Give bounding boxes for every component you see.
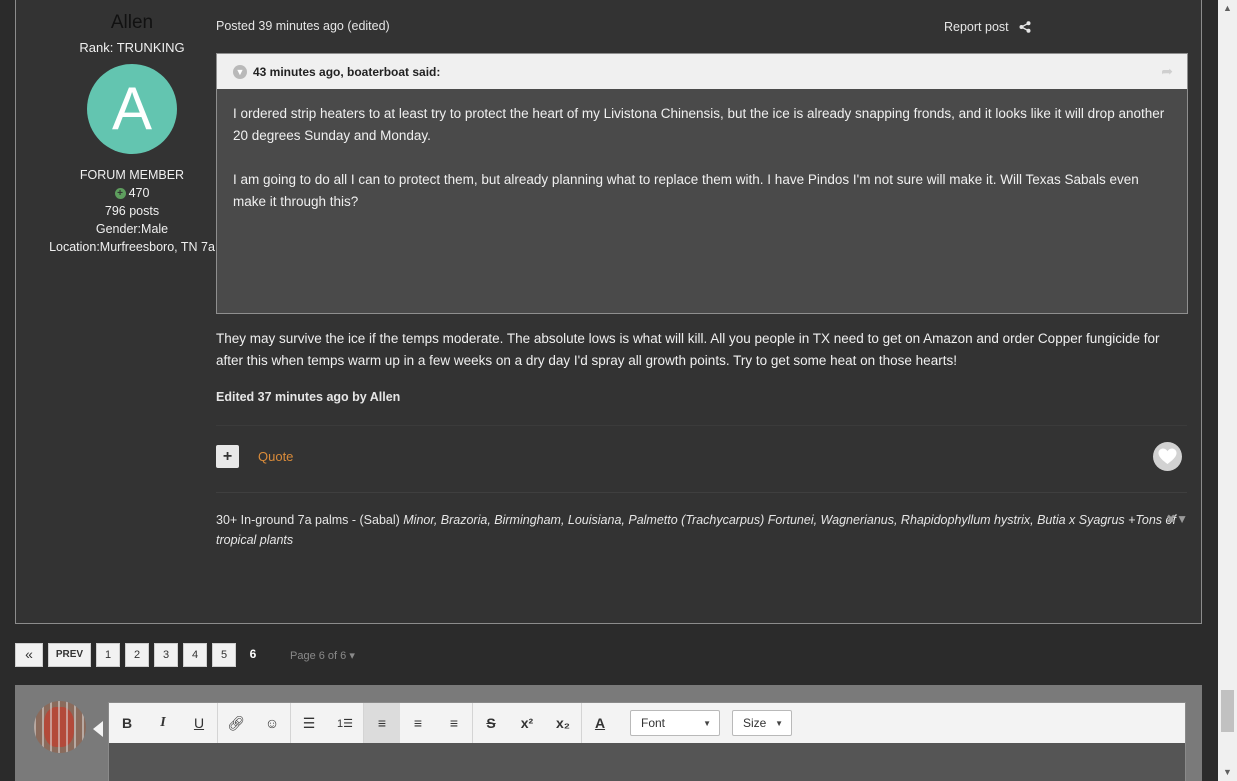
align-left-icon: ≡ <box>377 715 387 731</box>
page-count-label: Page 6 of 6 <box>290 649 347 662</box>
superscript-icon: x² <box>520 715 534 731</box>
bullet-list-button[interactable]: ☰ <box>291 703 327 743</box>
align-center-button[interactable]: ≡ <box>400 703 436 743</box>
quote-block: ▼ 43 minutes ago, boaterboat said: ➦ I o… <box>216 53 1188 314</box>
page-jump[interactable]: Page 6 of 6 ▾ <box>290 649 355 662</box>
bold-icon: B <box>121 715 133 731</box>
author-posts: 796 posts <box>104 204 160 218</box>
text-color-icon: A <box>594 715 606 731</box>
chevron-down-icon[interactable]: ▼ <box>233 64 247 79</box>
author-name[interactable]: Allen <box>32 12 232 34</box>
size-select-label: Size <box>743 716 767 730</box>
author-rank: Rank: TRUNKING <box>79 40 185 55</box>
page-5-button[interactable]: 5 <box>212 643 236 667</box>
author-reputation: +470 <box>32 186 232 200</box>
first-page-button[interactable]: « <box>15 643 43 667</box>
align-left-button[interactable]: ≡ <box>364 703 400 743</box>
author-gender: Gender:Male <box>95 222 169 236</box>
page-3-button[interactable]: 3 <box>154 643 178 667</box>
heart-icon <box>1158 448 1177 464</box>
caret-down-icon: ▾ <box>349 649 355 662</box>
post-meta[interactable]: Posted 39 minutes ago (edited) <box>216 19 390 33</box>
reply-editor[interactable]: B I U 🔗︎ ☺ ☰ 1☰ ≡ ≡ ≡ S x² x₂ A Font ▼ Si… <box>108 702 1186 781</box>
link-button[interactable]: 🔗︎ <box>218 703 254 743</box>
post-content: They may survive the ice if the temps mo… <box>216 331 1160 368</box>
multiquote-add-button[interactable]: + <box>216 445 239 468</box>
reputation-value: 470 <box>128 186 150 200</box>
italic-icon: I <box>160 715 166 730</box>
reply-composer: B I U 🔗︎ ☺ ☰ 1☰ ≡ ≡ ≡ S x² x₂ A Font ▼ Si… <box>15 685 1202 781</box>
speech-pointer <box>93 721 103 737</box>
editor-toolbar: B I U 🔗︎ ☺ ☰ 1☰ ≡ ≡ ≡ S x² x₂ A Font ▼ Si… <box>109 703 1185 743</box>
report-post-link[interactable]: Report post <box>944 20 1009 34</box>
align-center-icon: ≡ <box>413 715 423 731</box>
bullet-list-icon: ☰ <box>302 714 316 731</box>
scroll-up-arrow-icon[interactable]: ▲ <box>1218 0 1237 17</box>
align-right-icon: ≡ <box>449 715 459 731</box>
link-icon: 🔗︎ <box>227 714 245 731</box>
author-group: FORUM MEMBER <box>79 168 185 182</box>
caret-down-icon: ▼ <box>703 718 711 728</box>
align-right-button[interactable]: ≡ <box>436 703 472 743</box>
scroll-down-arrow-icon[interactable]: ▼ <box>1218 764 1237 781</box>
numbered-list-icon: 1☰ <box>337 717 353 730</box>
superscript-button[interactable]: x² <box>509 703 545 743</box>
signature-prefix: 30+ In-ground 7a palms - (Sabal) <box>216 513 404 527</box>
quote-paragraph: I am going to do all I can to protect th… <box>233 172 1139 209</box>
author-location: Location:Murfreesboro, TN 7a <box>49 240 215 254</box>
author-avatar[interactable]: A <box>87 64 177 154</box>
bold-button[interactable]: B <box>109 703 145 743</box>
quote-citation: 43 minutes ago, boaterboat said: <box>253 64 441 79</box>
strikethrough-button[interactable]: S <box>473 703 509 743</box>
share-icon[interactable] <box>1019 21 1031 33</box>
subscript-button[interactable]: x₂ <box>545 703 581 743</box>
scrollbar-thumb[interactable] <box>1221 690 1234 732</box>
subscript-icon: x₂ <box>555 715 570 731</box>
emoji-button[interactable]: ☺ <box>254 703 290 743</box>
font-select[interactable]: Font ▼ <box>630 710 720 736</box>
underline-icon: U <box>193 715 205 731</box>
page-2-button[interactable]: 2 <box>125 643 149 667</box>
divider <box>216 492 1187 493</box>
user-avatar <box>34 701 86 753</box>
quote-link-icon[interactable]: ➦ <box>1161 63 1173 80</box>
size-select[interactable]: Size ▼ <box>732 710 792 736</box>
divider <box>216 425 1187 426</box>
report-post[interactable]: Report post <box>944 20 1031 34</box>
pagination: « PREV 1 2 3 4 5 6 Page 6 of 6 ▾ <box>15 643 355 667</box>
quote-paragraph: I ordered strip heaters to at least try … <box>233 106 1165 143</box>
font-select-label: Font <box>641 716 666 730</box>
numbered-list-button[interactable]: 1☰ <box>327 703 363 743</box>
edited-note: Edited 37 minutes ago by Allen <box>216 390 401 404</box>
prev-page-button[interactable]: PREV <box>48 643 91 667</box>
reputation-plus-icon: + <box>114 188 126 200</box>
page-scrollbar[interactable]: ▲ ▼ <box>1218 0 1237 781</box>
close-icon[interactable]: ✖ <box>1166 512 1176 526</box>
text-color-button[interactable]: A <box>582 703 618 743</box>
quote-header[interactable]: ▼ 43 minutes ago, boaterboat said: ➦ <box>217 54 1187 89</box>
signature-controls: ✖▼ <box>1166 512 1188 526</box>
current-page: 6 <box>249 647 257 661</box>
like-button[interactable] <box>1153 442 1182 471</box>
page-4-button[interactable]: 4 <box>183 643 207 667</box>
caret-down-icon: ▼ <box>775 718 783 728</box>
quote-body: I ordered strip heaters to at least try … <box>217 89 1187 213</box>
quote-button[interactable]: Quote <box>258 449 293 464</box>
signature: 30+ In-ground 7a palms - (Sabal) Minor, … <box>216 510 1176 550</box>
page-1-button[interactable]: 1 <box>96 643 120 667</box>
caret-down-icon[interactable]: ▼ <box>1176 512 1188 526</box>
smiley-icon: ☺ <box>264 715 280 731</box>
italic-button[interactable]: I <box>145 703 181 743</box>
underline-button[interactable]: U <box>181 703 217 743</box>
strikethrough-icon: S <box>486 715 496 731</box>
